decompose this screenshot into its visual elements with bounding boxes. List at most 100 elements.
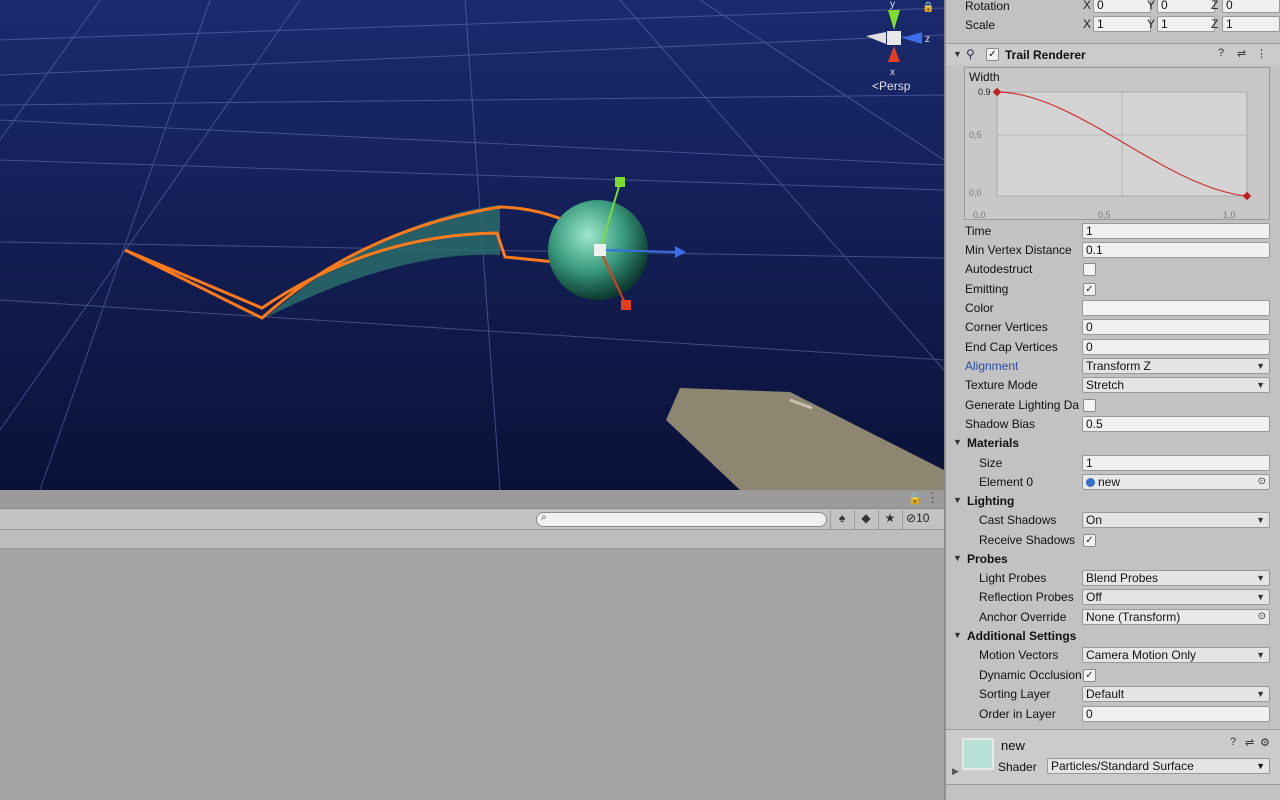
dynamic-occlusion-checkbox[interactable]: ✓ (1083, 669, 1096, 682)
generate-lighting-data-row: Generate Lighting Da (946, 396, 1280, 415)
gizmo-center[interactable] (594, 244, 606, 256)
alignment-label: Alignment (965, 359, 1019, 373)
lock-icon[interactable]: 🔒 (908, 492, 922, 505)
sorting-layer-dropdown[interactable]: Default ▼ (1082, 686, 1270, 702)
filter-by-label-icon[interactable]: ◆ (856, 511, 876, 528)
min-vertex-distance-field[interactable]: 0.1 (1082, 242, 1270, 258)
scale-y-field[interactable]: 1 (1157, 16, 1215, 32)
eye-slash-icon: ⊘ (906, 511, 917, 525)
chevron-down-icon: ▼ (1256, 380, 1265, 390)
panel-menu-icon[interactable]: ⋮ (926, 490, 939, 506)
end-cap-vertices-row: End Cap Vertices 0 (946, 338, 1280, 357)
shadow-bias-field[interactable]: 0.5 (1082, 416, 1270, 432)
light-probes-dropdown[interactable]: Blend Probes ▼ (1082, 570, 1270, 586)
materials-size-row: Size 1 (946, 454, 1280, 473)
motion-vectors-label: Motion Vectors (979, 648, 1059, 662)
rotation-y-field[interactable]: 0 (1157, 0, 1215, 13)
axis-z-label[interactable]: Z (1211, 0, 1218, 12)
axis-y-label[interactable]: Y (1147, 17, 1155, 31)
reflection-probes-label: Reflection Probes (979, 590, 1074, 604)
collapse-triangle-icon[interactable]: ▼ (953, 553, 962, 563)
collapse-triangle-icon[interactable]: ▼ (953, 49, 962, 59)
time-field[interactable]: 1 (1082, 223, 1270, 239)
lighting-section-header[interactable]: ▼ Lighting (946, 492, 1280, 511)
gizmo-y-handle[interactable] (615, 177, 625, 187)
search-input[interactable]: ⌕ (536, 512, 827, 527)
additional-settings-section-header[interactable]: ▼ Additional Settings (946, 627, 1280, 646)
favorites-icon[interactable]: ★ (880, 511, 900, 528)
shader-dropdown[interactable]: Particles/Standard Surface ▼ (1047, 758, 1270, 774)
expand-triangle-icon[interactable]: ▶ (952, 766, 959, 777)
anchor-override-row: Anchor Override None (Transform) ⊙ (946, 608, 1280, 627)
x-tick-label: 1,0 (1223, 210, 1236, 220)
element0-value: new (1098, 475, 1121, 489)
min-vertex-distance-label: Min Vertex Distance (965, 243, 1072, 257)
materials-section-header[interactable]: ▼ Materials (946, 434, 1280, 453)
gear-icon[interactable]: ⚙ (1260, 736, 1270, 749)
end-cap-vertices-label: End Cap Vertices (965, 340, 1058, 354)
materials-size-field[interactable]: 1 (1082, 455, 1270, 471)
preset-icon[interactable]: ⇌ (1245, 736, 1254, 749)
order-in-layer-row: Order in Layer 0 (946, 705, 1280, 724)
motion-vectors-dropdown[interactable]: Camera Motion Only ▼ (1082, 647, 1270, 663)
axis-x-label[interactable]: X (1083, 17, 1091, 31)
material-swatch[interactable] (962, 738, 994, 770)
emitting-checkbox[interactable]: ✓ (1083, 283, 1096, 296)
texture-mode-dropdown[interactable]: Stretch ▼ (1082, 377, 1270, 393)
persp-label: Persp (879, 79, 911, 93)
panel-subbar (0, 530, 944, 549)
scene-canvas[interactable]: y z x (0, 0, 944, 490)
context-menu-icon[interactable]: ⋮ (1256, 47, 1267, 60)
curve-plot[interactable]: 0.9 0,5 0,0 0,0 0,5 1,0 (965, 68, 1271, 221)
lighting-title: Lighting (967, 494, 1015, 508)
cast-shadows-dropdown[interactable]: On ▼ (1082, 512, 1270, 528)
rotation-x-field[interactable]: 0 (1093, 0, 1151, 13)
scale-label: Scale (965, 18, 996, 32)
object-picker-icon[interactable]: ⊙ (1258, 610, 1266, 624)
axis-z-label[interactable]: Z (1211, 17, 1218, 31)
autodestruct-checkbox[interactable] (1083, 263, 1096, 276)
element0-field[interactable]: new ⊙ (1082, 474, 1270, 490)
order-in-layer-field[interactable]: 0 (1082, 706, 1270, 722)
color-field[interactable] (1082, 300, 1270, 316)
hidden-count: 10 (916, 511, 930, 525)
help-icon[interactable]: ? (1218, 47, 1224, 59)
scale-row: Scale X 1 Y 1 Z 1 (946, 16, 1280, 35)
rotation-z-field[interactable]: 0 (1222, 0, 1280, 13)
corner-vertices-label: Corner Vertices (965, 320, 1048, 334)
light-probes-row: Light Probes Blend Probes ▼ (946, 569, 1280, 588)
reflection-probes-dropdown[interactable]: Off ▼ (1082, 589, 1270, 605)
anchor-override-field[interactable]: None (Transform) ⊙ (1082, 609, 1270, 625)
scene-view[interactable]: y z x <Persp 🔒 (0, 0, 944, 490)
receive-shadows-checkbox[interactable]: ✓ (1083, 534, 1096, 547)
preset-icon[interactable]: ⇌ (1237, 47, 1246, 60)
axis-x-label[interactable]: X (1083, 0, 1091, 12)
hidden-packages-toggle[interactable]: ⊘10 (906, 511, 929, 525)
corner-vertices-field[interactable]: 0 (1082, 319, 1270, 335)
x-tick-label: 0,5 (1098, 210, 1111, 220)
filter-by-type-icon[interactable]: ♠ (832, 511, 852, 528)
axis-y-label[interactable]: Y (1147, 0, 1155, 12)
scale-x-field[interactable]: 1 (1093, 16, 1151, 32)
help-icon[interactable]: ? (1230, 736, 1236, 748)
component-enabled-checkbox[interactable]: ✓ (986, 48, 999, 61)
width-curve-editor[interactable]: Width 0.9 0,5 0,0 0,0 0,5 1,0 (964, 67, 1270, 220)
lock-icon[interactable]: 🔒 (922, 2, 934, 13)
texture-mode-value: Stretch (1086, 378, 1125, 392)
sorting-layer-row: Sorting Layer Default ▼ (946, 685, 1280, 704)
x-tick-label: 0,0 (973, 210, 986, 220)
trail-renderer-header[interactable]: ▼ ⚲ ✓ Trail Renderer ? ⇌ ⋮ (946, 43, 1280, 65)
generate-lighting-data-checkbox[interactable] (1083, 399, 1096, 412)
collapse-triangle-icon[interactable]: ▼ (953, 437, 962, 447)
collapse-triangle-icon[interactable]: ▼ (953, 495, 962, 505)
projection-toggle[interactable]: <Persp (872, 79, 910, 93)
probes-section-header[interactable]: ▼ Probes (946, 550, 1280, 569)
sorting-layer-label: Sorting Layer (979, 687, 1051, 701)
scale-z-field[interactable]: 1 (1222, 16, 1280, 32)
corner-vertices-row: Corner Vertices 0 (946, 318, 1280, 337)
gizmo-x-handle[interactable] (621, 300, 631, 310)
collapse-triangle-icon[interactable]: ▼ (953, 630, 962, 640)
object-picker-icon[interactable]: ⊙ (1258, 475, 1266, 489)
end-cap-vertices-field[interactable]: 0 (1082, 339, 1270, 355)
alignment-dropdown[interactable]: Transform Z ▼ (1082, 358, 1270, 374)
